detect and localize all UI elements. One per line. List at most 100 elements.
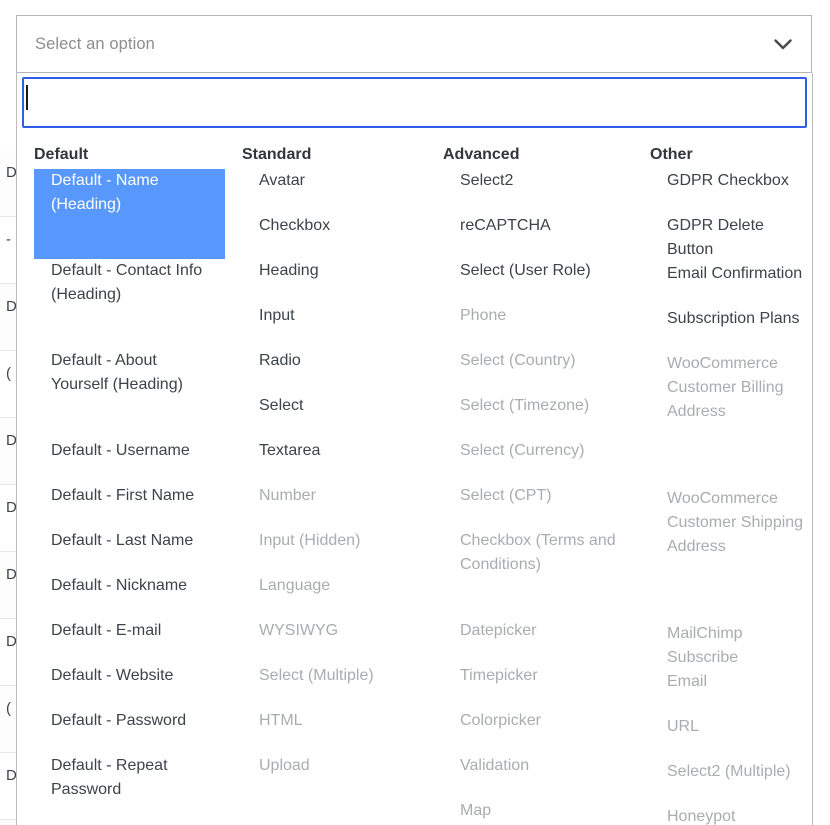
option-label: GDPR Delete Button — [667, 217, 764, 258]
option-item: Select (Currency) — [443, 439, 636, 484]
option-label: Map — [460, 802, 492, 819]
option-label: Checkbox (Terms and Conditions) — [460, 532, 616, 573]
option-label: Timepicker — [460, 667, 538, 684]
text-caret — [26, 85, 28, 110]
option-item: Input (Hidden) — [242, 529, 429, 574]
option-label: Email — [667, 673, 708, 690]
option-item[interactable]: Textarea — [242, 439, 429, 484]
option-label: reCAPTCHA — [460, 217, 551, 234]
option-item: MailChimp Subscribe — [650, 622, 812, 670]
option-item: WooCommerce Customer Shipping Address — [650, 487, 812, 622]
select-dropdown-panel: Default Default - Name (Heading) Default -… — [16, 73, 813, 825]
option-label: Select (Currency) — [460, 442, 585, 459]
option-item-selected[interactable]: Default - Name (Heading) — [34, 169, 225, 259]
option-item[interactable]: Default - Website — [34, 664, 225, 709]
option-label: Datepicker — [460, 622, 537, 639]
option-label: Number — [259, 487, 316, 504]
option-item[interactable]: Default - E-mail — [34, 619, 225, 664]
option-item: Upload — [242, 754, 429, 799]
option-item[interactable]: Select2 — [443, 169, 636, 214]
page-root: D-D(DDDD(DPD Select an option DefaultDef… — [0, 0, 830, 825]
option-item: Select (Timezone) — [443, 394, 636, 439]
result-column-standard: Standard Avatar Checkbox Heading Input Radio S… — [225, 133, 429, 825]
option-label: Default - Name (Heading) — [51, 172, 159, 213]
result-column-default: Default Default - Name (Heading) Default -… — [17, 133, 225, 825]
option-item: Honeypot — [650, 805, 812, 825]
option-label: WYSIWYG — [259, 622, 339, 639]
option-label: Default - E-mail — [51, 622, 162, 639]
option-item[interactable]: Default - Username — [34, 439, 225, 484]
option-item[interactable]: Default - Contact Info (Heading) — [34, 259, 225, 349]
option-item[interactable]: Checkbox — [242, 214, 429, 259]
option-label: Textarea — [259, 442, 321, 459]
option-item: Email — [650, 670, 812, 715]
option-item: Select (CPT) — [443, 484, 636, 529]
column-header: Other — [650, 146, 693, 163]
option-item: URL — [650, 715, 812, 760]
option-label: Select (CPT) — [460, 487, 552, 504]
option-label: Input (Hidden) — [259, 532, 361, 549]
option-label: Input — [259, 307, 295, 324]
option-label: Heading — [259, 262, 319, 279]
option-item[interactable]: Subscription Plans — [650, 307, 812, 352]
option-label: Default - About Yourself (Heading) — [51, 352, 183, 393]
option-item[interactable]: Default - Last Name — [34, 529, 225, 574]
option-item[interactable]: GDPR Delete Button — [650, 214, 812, 262]
option-label: Honeypot — [667, 808, 736, 825]
option-label: Select — [259, 397, 304, 414]
dropdown-results[interactable]: Default Default - Name (Heading) Default -… — [17, 133, 812, 825]
option-item[interactable]: reCAPTCHA — [443, 214, 636, 259]
option-item: Number — [242, 484, 429, 529]
option-label: Subscription Plans — [667, 310, 800, 327]
option-item: Datepicker — [443, 619, 636, 664]
option-item[interactable]: Default - First Name — [34, 484, 225, 529]
option-item: WooCommerce Customer Billing Address — [650, 352, 812, 487]
option-item[interactable]: Heading — [242, 259, 429, 304]
option-label: Select2 — [460, 172, 514, 189]
option-label: Select (Country) — [460, 352, 576, 369]
option-label: Phone — [460, 307, 507, 324]
result-column-advanced: Advanced Select2 reCAPTCHA Select (User Rol… — [429, 133, 636, 825]
option-item[interactable]: Input — [242, 304, 429, 349]
option-label: Language — [259, 577, 331, 594]
option-label: GDPR Checkbox — [667, 172, 789, 189]
option-label: Default - Password — [51, 712, 187, 729]
option-label: Checkbox — [259, 217, 331, 234]
option-item[interactable]: Default - Nickname — [34, 574, 225, 619]
option-label: WooCommerce Customer Billing Address — [667, 355, 784, 420]
option-item: Language — [242, 574, 429, 619]
column-header: Advanced — [443, 146, 520, 163]
chevron-down-icon[interactable] — [755, 16, 811, 72]
option-label: Email Confirmation — [667, 265, 803, 282]
option-item[interactable]: Select (User Role) — [443, 259, 636, 304]
option-item: Select2 (Multiple) — [650, 760, 812, 805]
option-label: Colorpicker — [460, 712, 541, 729]
option-item: Validation — [443, 754, 636, 799]
dropdown-search-wrap — [17, 73, 812, 133]
option-item: HTML — [242, 709, 429, 754]
result-column-other: Other GDPR Checkbox GDPR Delete Button Emai… — [636, 133, 812, 825]
option-label: MailChimp Subscribe — [667, 625, 743, 666]
option-label: Default - Contact Info (Heading) — [51, 262, 203, 303]
search-input[interactable] — [22, 77, 807, 128]
column-header: Default — [34, 146, 89, 163]
column-header: Standard — [242, 146, 312, 163]
option-label: Default - First Name — [51, 487, 195, 504]
option-item[interactable]: Radio — [242, 349, 429, 394]
background-row-text: - — [6, 231, 11, 248]
option-item: Map — [443, 799, 636, 825]
option-item[interactable]: Email Confirmation — [650, 262, 812, 307]
background-row-text: ( — [6, 700, 11, 717]
option-item: Checkbox (Terms and Conditions) — [443, 529, 636, 619]
option-label: Select (User Role) — [460, 262, 591, 279]
option-label: Select (Timezone) — [460, 397, 590, 414]
option-item[interactable]: Avatar — [242, 169, 429, 214]
select-control[interactable]: Select an option — [16, 15, 812, 73]
option-item[interactable]: Default - Password — [34, 709, 225, 754]
option-item[interactable]: GDPR Checkbox — [650, 169, 812, 214]
option-item[interactable]: Select — [242, 394, 429, 439]
option-item[interactable]: Default - About Yourself (Heading) — [34, 349, 225, 439]
option-label: URL — [667, 718, 700, 735]
option-item[interactable]: Default - Repeat Password — [34, 754, 225, 825]
select-placeholder: Select an option — [35, 34, 155, 53]
